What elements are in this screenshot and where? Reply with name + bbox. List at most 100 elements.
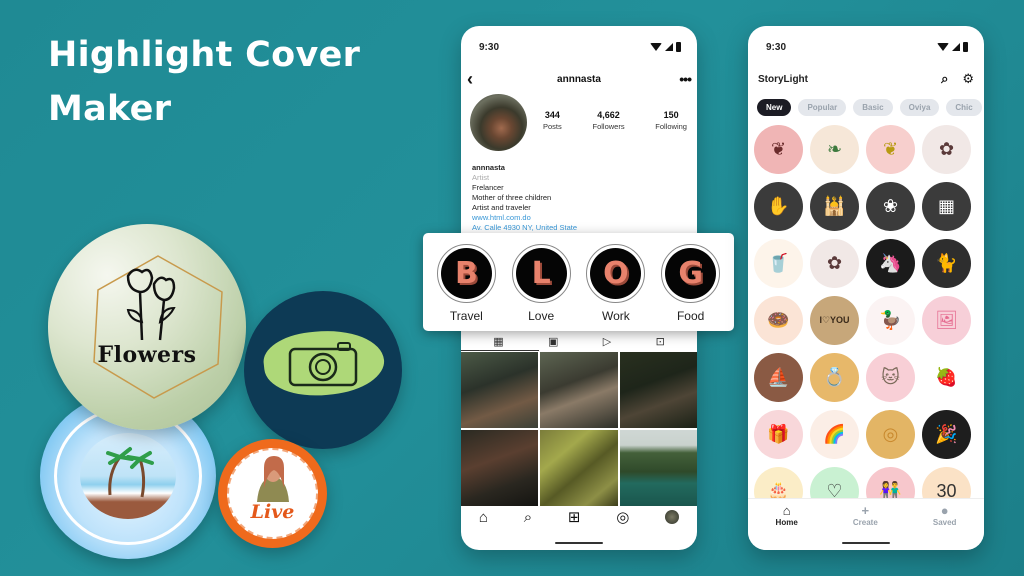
battery-icon: [676, 42, 681, 52]
boat-icon: ⛵: [767, 367, 790, 387]
wifi-icon: [937, 43, 949, 51]
nav-home[interactable]: ⌂ Home: [776, 504, 798, 550]
storylight-app-phone: 9:30 StoryLight ⌕ ⚙ New Popular Basic Oviya…: [748, 26, 984, 550]
kitten-cover[interactable]: 🐱: [866, 353, 915, 402]
profile-avatar[interactable]: [470, 94, 527, 151]
i-love-you-cover[interactable]: I♡YOU: [810, 296, 859, 345]
highlight-love[interactable]: L Love: [511, 233, 571, 331]
tagged-icon[interactable]: ⊡: [656, 335, 665, 348]
rainbow-cover[interactable]: 🌈: [810, 410, 859, 459]
stat-value: 150: [663, 110, 679, 120]
highlight-work[interactable]: O Work: [586, 233, 646, 331]
nav-label: Create: [852, 518, 878, 527]
duck-cover[interactable]: 🦆: [866, 296, 915, 345]
stat-value: 344: [544, 110, 560, 120]
chip-basic[interactable]: Basic: [853, 99, 893, 116]
rings-cover[interactable]: ◎: [866, 410, 915, 459]
gift-cover[interactable]: 🎁: [754, 410, 803, 459]
profile-username: annnasta: [557, 73, 601, 85]
search-icon[interactable]: ⌕: [524, 509, 532, 526]
gear-icon[interactable]: ⚙: [962, 71, 974, 87]
back-arrow-icon[interactable]: ‹: [467, 69, 487, 90]
branch-cover[interactable]: ❦: [754, 125, 803, 174]
unicorn-cover[interactable]: 🦄: [866, 239, 915, 288]
party-cover[interactable]: 🎉: [922, 410, 971, 459]
clover-icon: ✿: [938, 139, 955, 159]
highlight-food[interactable]: G Food: [661, 233, 721, 331]
chip-oviya[interactable]: Oviya: [899, 99, 940, 116]
drink-cover[interactable]: 🥤: [754, 239, 803, 288]
headline-line-2: Maker: [48, 89, 172, 129]
profile-nav-avatar[interactable]: [665, 510, 680, 524]
branch-icon: ❦: [770, 139, 787, 159]
photo-cover[interactable]: 🖼: [922, 296, 971, 345]
grid-icon[interactable]: ▦: [493, 335, 503, 348]
donut-cover[interactable]: 🍩: [754, 296, 803, 345]
taj-mahal-cover[interactable]: 🕌: [810, 182, 859, 231]
chip-popular[interactable]: Popular: [798, 99, 847, 116]
peacock-icon: ❀: [882, 196, 899, 216]
boat-cover[interactable]: ⛵: [754, 353, 803, 402]
strawberry-icon: 🍓: [935, 367, 958, 387]
bio-address-link[interactable]: Av. Calle 4930 NY, United State: [472, 223, 577, 233]
battery-icon: [963, 42, 968, 52]
stat-following[interactable]: 150 Following: [655, 110, 687, 131]
stat-followers[interactable]: 4,662 Followers: [592, 110, 624, 131]
live-cover-bubble: Live: [218, 439, 327, 548]
highlight-label: Food: [676, 309, 705, 323]
photo-icon: 🖼: [935, 310, 958, 330]
home-icon[interactable]: ⌂: [479, 509, 488, 526]
nav-label: Home: [775, 518, 798, 527]
clover-cover-2[interactable]: ✿: [810, 239, 859, 288]
post-thumbnail[interactable]: [540, 352, 618, 428]
peacock-cover[interactable]: ❀: [866, 182, 915, 231]
stat-posts[interactable]: 344 Posts: [543, 110, 562, 131]
rainbow-icon: 🌈: [823, 424, 846, 444]
drink-icon: 🥤: [767, 253, 790, 273]
taj-mahal-icon: 🕌: [823, 196, 846, 216]
headline-line-1: Highlight Cover: [48, 35, 361, 75]
nav-label: Saved: [932, 518, 957, 527]
duck-icon: 🦆: [879, 310, 902, 330]
highlight-travel[interactable]: B Travel: [436, 233, 496, 331]
yellow-leaf-cover[interactable]: ❦: [866, 125, 915, 174]
more-options-icon[interactable]: •••: [671, 71, 692, 87]
messenger-icon[interactable]: ◎: [616, 508, 629, 526]
gift-icon: 🎁: [767, 424, 790, 444]
ring-cover[interactable]: 💍: [810, 353, 859, 402]
play-icon[interactable]: ▷: [603, 335, 611, 348]
profile-stats: 344 Posts 4,662 Followers 150 Following: [543, 110, 687, 131]
tulip-icon: [126, 268, 176, 341]
diya-cover[interactable]: ✋: [754, 182, 803, 231]
chip-new[interactable]: New: [757, 99, 792, 116]
post-thumbnail[interactable]: [619, 430, 697, 506]
bio-website-link[interactable]: www.html.com.do: [472, 213, 577, 223]
post-thumbnail[interactable]: [540, 430, 618, 506]
post-thumbnail[interactable]: [461, 430, 539, 506]
leaf-cover[interactable]: ❧: [810, 125, 859, 174]
saved-icon: ●: [940, 503, 949, 518]
bio-line: Frelancer: [472, 183, 504, 192]
strawberry-cover[interactable]: 🍓: [922, 353, 971, 402]
post-thumbnail[interactable]: [619, 352, 697, 428]
highlight-label: Work: [601, 309, 630, 323]
category-chips: New Popular Basic Oviya Chic: [757, 99, 982, 116]
post-thumbnail[interactable]: [461, 352, 539, 428]
palm-tree-icon: [106, 447, 154, 498]
reels-icon[interactable]: ▣: [548, 335, 558, 348]
knitting-cover[interactable]: ▦: [922, 182, 971, 231]
app-title: StoryLight: [758, 73, 808, 85]
search-icon[interactable]: ⌕: [941, 71, 948, 87]
cat-cover[interactable]: 🐈: [922, 239, 971, 288]
home-icon: ⌂: [782, 503, 791, 518]
nav-saved[interactable]: ● Saved: [933, 504, 957, 550]
status-time: 9:30: [766, 41, 787, 53]
highlight-cover-g: G: [665, 248, 717, 299]
chip-chic[interactable]: Chic: [946, 99, 982, 116]
create-icon: +: [861, 503, 870, 518]
unicorn-icon: 🦄: [879, 253, 902, 273]
clover-2-icon: ✿: [826, 253, 843, 273]
add-post-icon[interactable]: ⊞: [568, 508, 581, 526]
clover-cover[interactable]: ✿: [922, 125, 971, 174]
bottom-navigation: ⌂ ⌕ ⊞ ◎: [461, 506, 697, 528]
